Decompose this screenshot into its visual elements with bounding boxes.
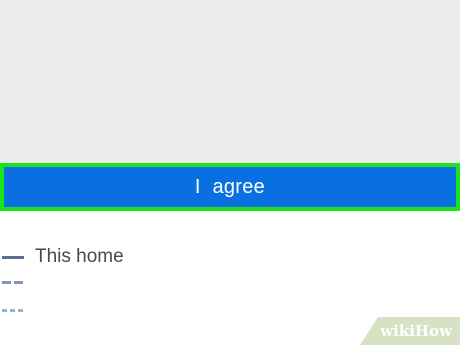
list-item-label: This home xyxy=(35,246,124,267)
list-icon xyxy=(2,255,26,259)
list-placeholder-row xyxy=(0,300,26,320)
content-panel xyxy=(0,0,460,163)
dashed-line-icon xyxy=(2,280,26,284)
wikihow-watermark: wikiHow xyxy=(360,317,460,345)
list-item-this-home[interactable]: This home xyxy=(0,246,124,267)
dotted-line-icon xyxy=(2,308,26,312)
list-placeholder-row xyxy=(0,272,26,292)
i-agree-button[interactable]: I agree xyxy=(0,163,460,211)
